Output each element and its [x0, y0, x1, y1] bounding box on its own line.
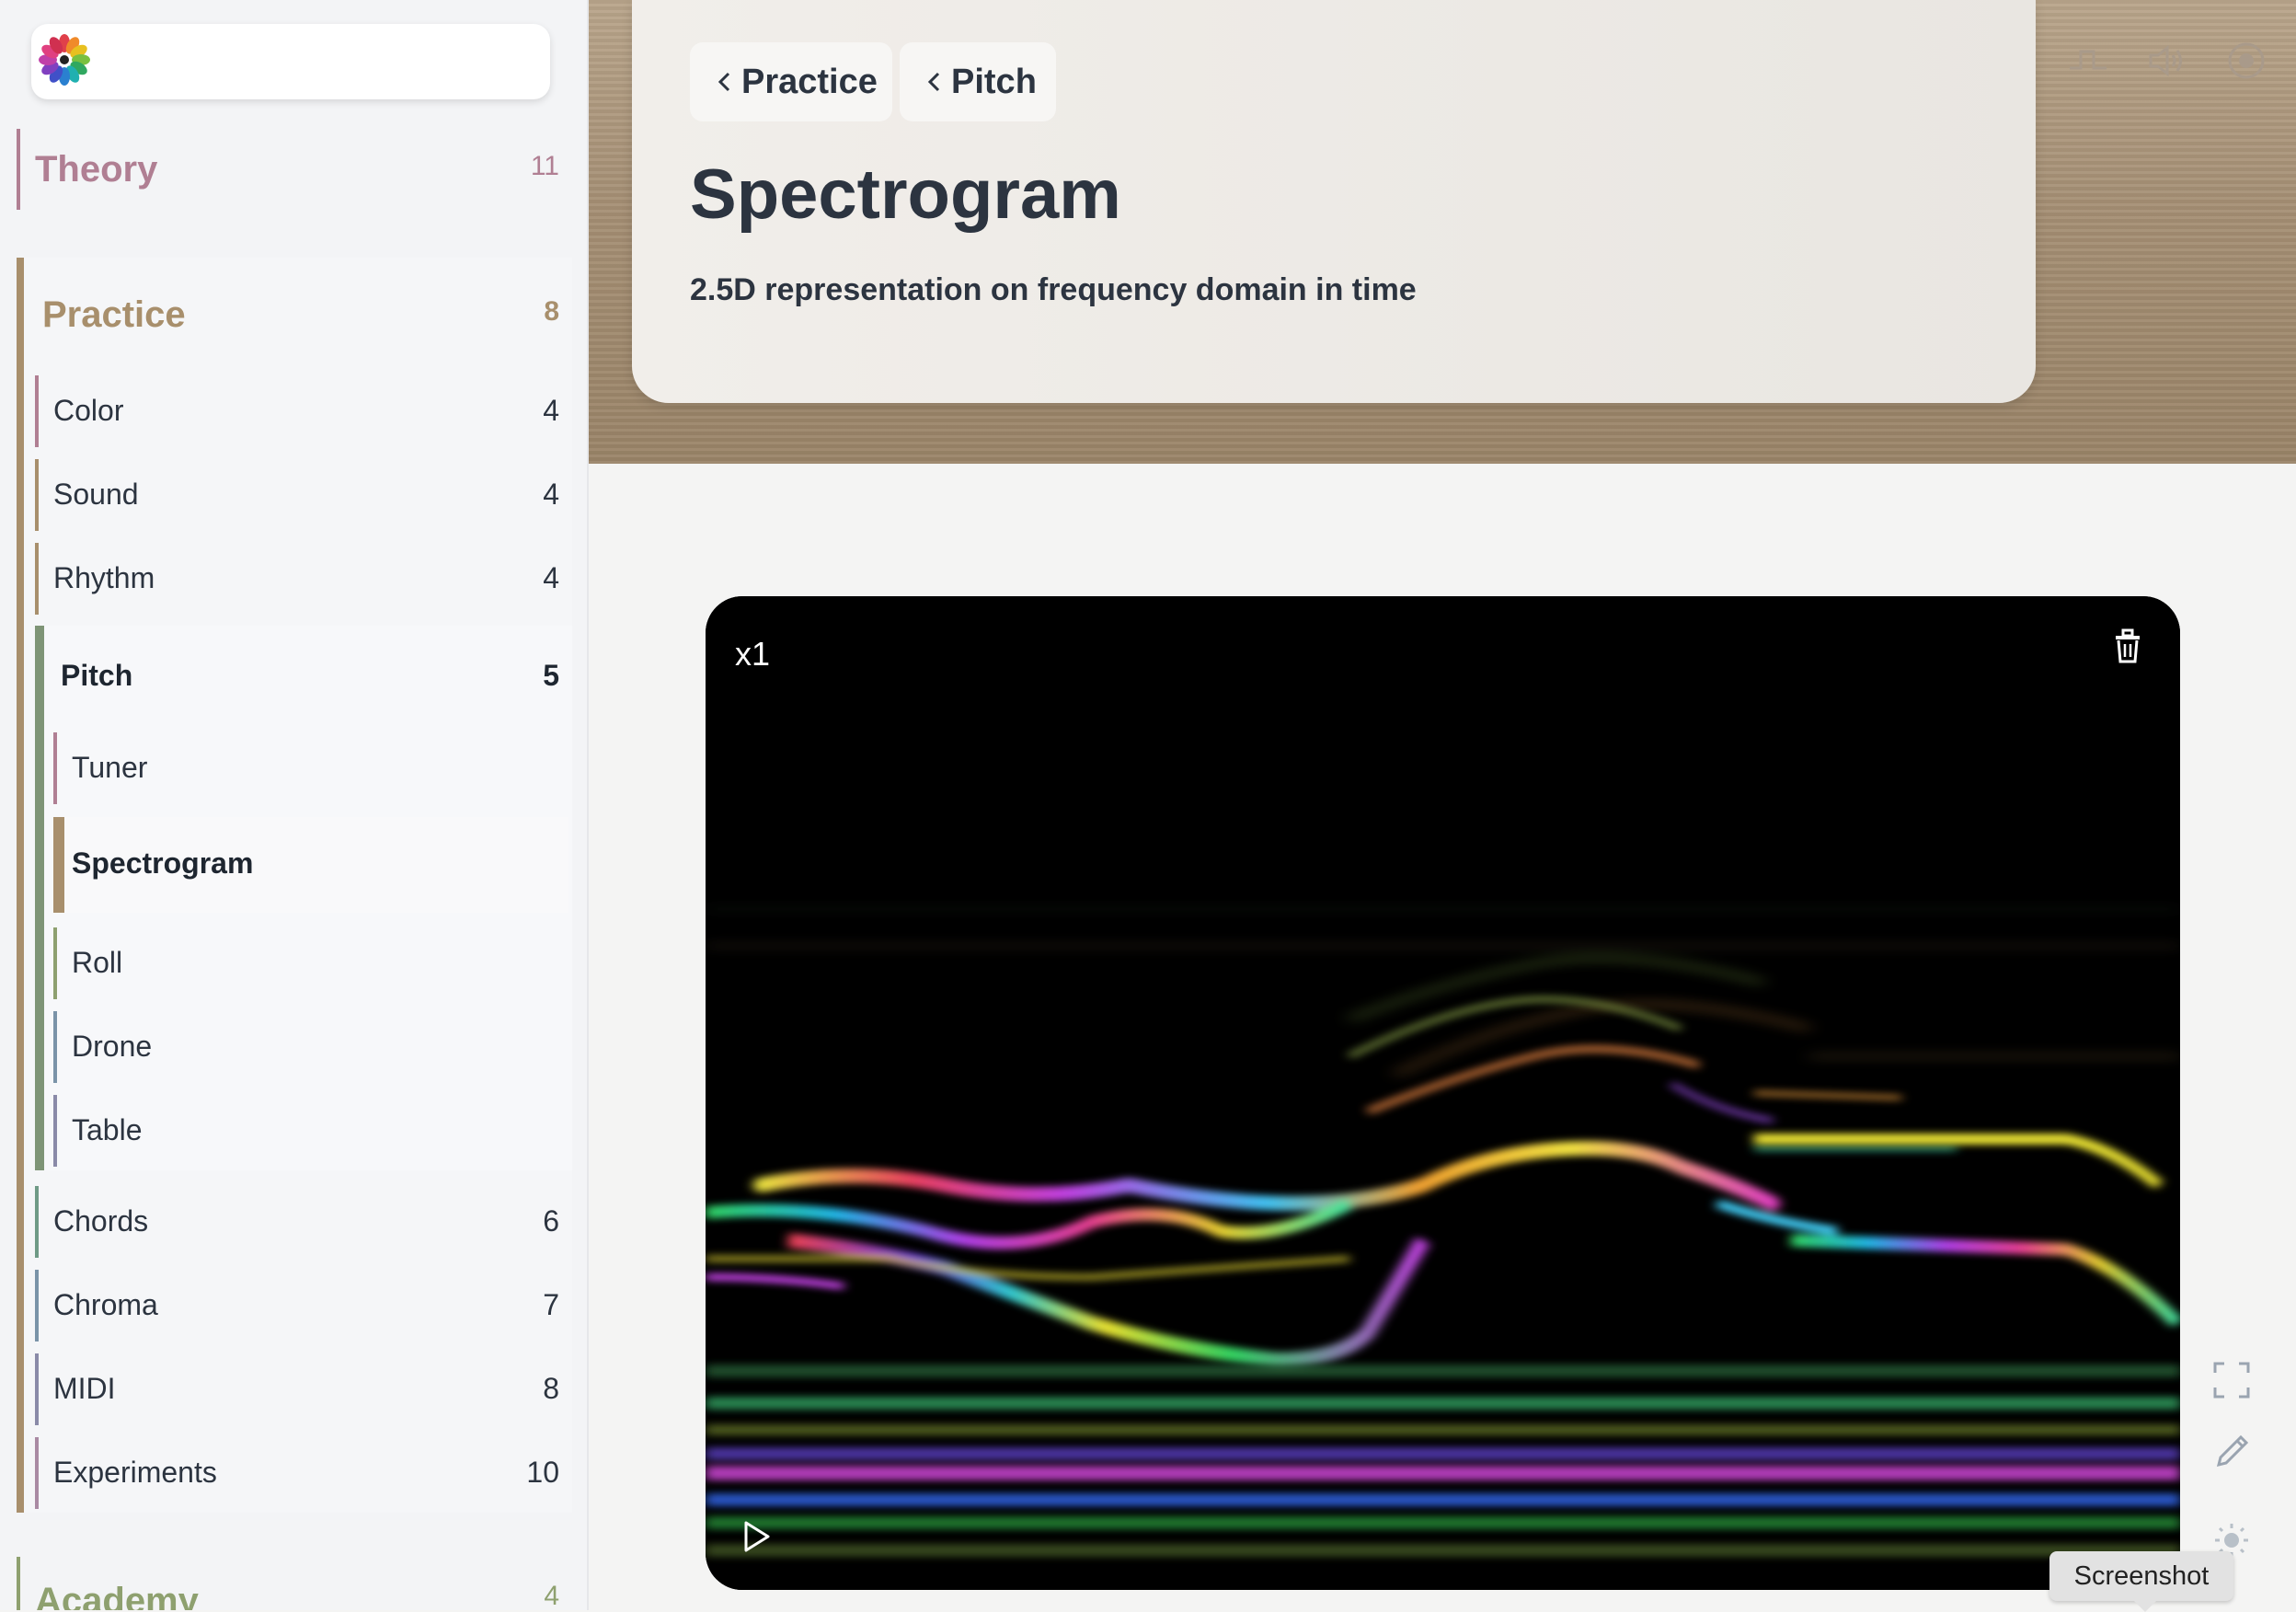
logo-bar[interactable] [31, 24, 550, 99]
section-indicator [17, 129, 20, 210]
sidebar-item-chroma[interactable]: Chroma 7 [35, 1270, 568, 1341]
item-label: MIDI [53, 1372, 116, 1405]
sidebar-item-experiments[interactable]: Experiments 10 [35, 1437, 568, 1509]
item-count: 4 [543, 561, 559, 594]
sidebar-item-sound[interactable]: Sound 4 [35, 459, 568, 531]
item-indicator [35, 1186, 39, 1258]
play-icon[interactable] [740, 1518, 772, 1555]
item-indicator [53, 1095, 57, 1167]
sidebar-subitem-drone[interactable]: Drone [53, 1011, 568, 1083]
item-indicator [53, 1011, 57, 1083]
item-count: 5 [543, 659, 559, 692]
spectrogram-panel[interactable]: x1 [706, 596, 2180, 1590]
item-indicator [53, 732, 57, 804]
section-indicator [17, 1557, 20, 1610]
sidebar-item-color[interactable]: Color 4 [35, 375, 568, 447]
sidebar-subitem-table[interactable]: Table [53, 1095, 568, 1167]
sidebar-subitem-roll[interactable]: Roll [53, 927, 568, 999]
page-description: 2.5D representation on frequency domain … [690, 272, 1417, 307]
item-label: Pitch [61, 659, 133, 692]
section-title: Theory [35, 149, 158, 190]
screenshot-tooltip: Screenshot [2049, 1551, 2233, 1612]
section-indicator [17, 258, 24, 1513]
sidebar: Theory 11 Practice 8 Color 4 Sound 4 Rhy… [0, 0, 589, 1610]
chevron-left-icon [927, 72, 940, 92]
spectrogram-canvas [706, 596, 2180, 1590]
item-indicator [53, 817, 64, 913]
sidebar-subitem-spectrogram[interactable]: Spectrogram [53, 817, 568, 913]
sidebar-section-academy[interactable]: Academy 4 [0, 1557, 587, 1610]
item-label: Tuner [72, 751, 148, 784]
item-label: Sound [53, 478, 139, 511]
item-label: Color [53, 394, 124, 427]
breadcrumb-pitch[interactable]: Pitch [900, 42, 1056, 121]
section-title: Practice [42, 294, 186, 335]
speaker-icon[interactable] [2147, 40, 2187, 81]
item-count: 7 [543, 1288, 559, 1321]
breadcrumb-label: Practice [741, 62, 878, 101]
section-count: 11 [530, 151, 559, 181]
sidebar-item-rhythm[interactable]: Rhythm 4 [35, 543, 568, 615]
item-label: Roll [72, 946, 123, 979]
record-icon[interactable] [2226, 40, 2267, 81]
speed-label[interactable]: x1 [735, 635, 770, 674]
section-title: Academy [35, 1581, 199, 1610]
breadcrumb-label: Pitch [951, 62, 1037, 101]
item-indicator [53, 927, 57, 999]
item-indicator [35, 459, 39, 531]
item-count: 10 [526, 1456, 559, 1489]
item-label: Rhythm [53, 561, 155, 594]
item-count: 6 [543, 1204, 559, 1238]
sidebar-item-midi[interactable]: MIDI 8 [35, 1353, 568, 1425]
app-logo-icon [39, 34, 90, 86]
section-count: 8 [544, 296, 559, 327]
item-indicator [35, 1270, 39, 1341]
page-title: Spectrogram [690, 155, 1121, 234]
item-label: Chroma [53, 1288, 158, 1321]
sidebar-section-practice-header[interactable]: Practice 8 [0, 276, 587, 350]
fullscreen-icon[interactable] [2211, 1360, 2252, 1400]
item-count: 8 [543, 1372, 559, 1405]
chevron-left-icon [718, 72, 730, 92]
breadcrumb-practice[interactable]: Practice [690, 42, 892, 121]
item-label: Chords [53, 1204, 149, 1238]
item-indicator [35, 1437, 39, 1509]
trash-icon[interactable] [2112, 628, 2143, 664]
item-label: Experiments [53, 1456, 217, 1489]
pencil-icon[interactable] [2211, 1432, 2252, 1472]
item-indicator [35, 1353, 39, 1425]
item-count: 4 [543, 478, 559, 511]
item-label: Table [72, 1113, 143, 1146]
oscillator-icon[interactable] [2068, 40, 2108, 81]
sidebar-subitem-tuner[interactable]: Tuner [53, 732, 568, 804]
item-indicator [35, 375, 39, 447]
item-label: Spectrogram [72, 846, 254, 880]
item-label: Drone [72, 1030, 153, 1063]
sidebar-item-pitch[interactable]: Pitch 5 [35, 640, 568, 712]
item-count: 4 [543, 394, 559, 427]
sidebar-item-chords[interactable]: Chords 6 [35, 1186, 568, 1258]
section-count: 4 [544, 1581, 559, 1610]
sidebar-section-theory[interactable]: Theory 11 [0, 129, 587, 212]
item-indicator [35, 543, 39, 615]
